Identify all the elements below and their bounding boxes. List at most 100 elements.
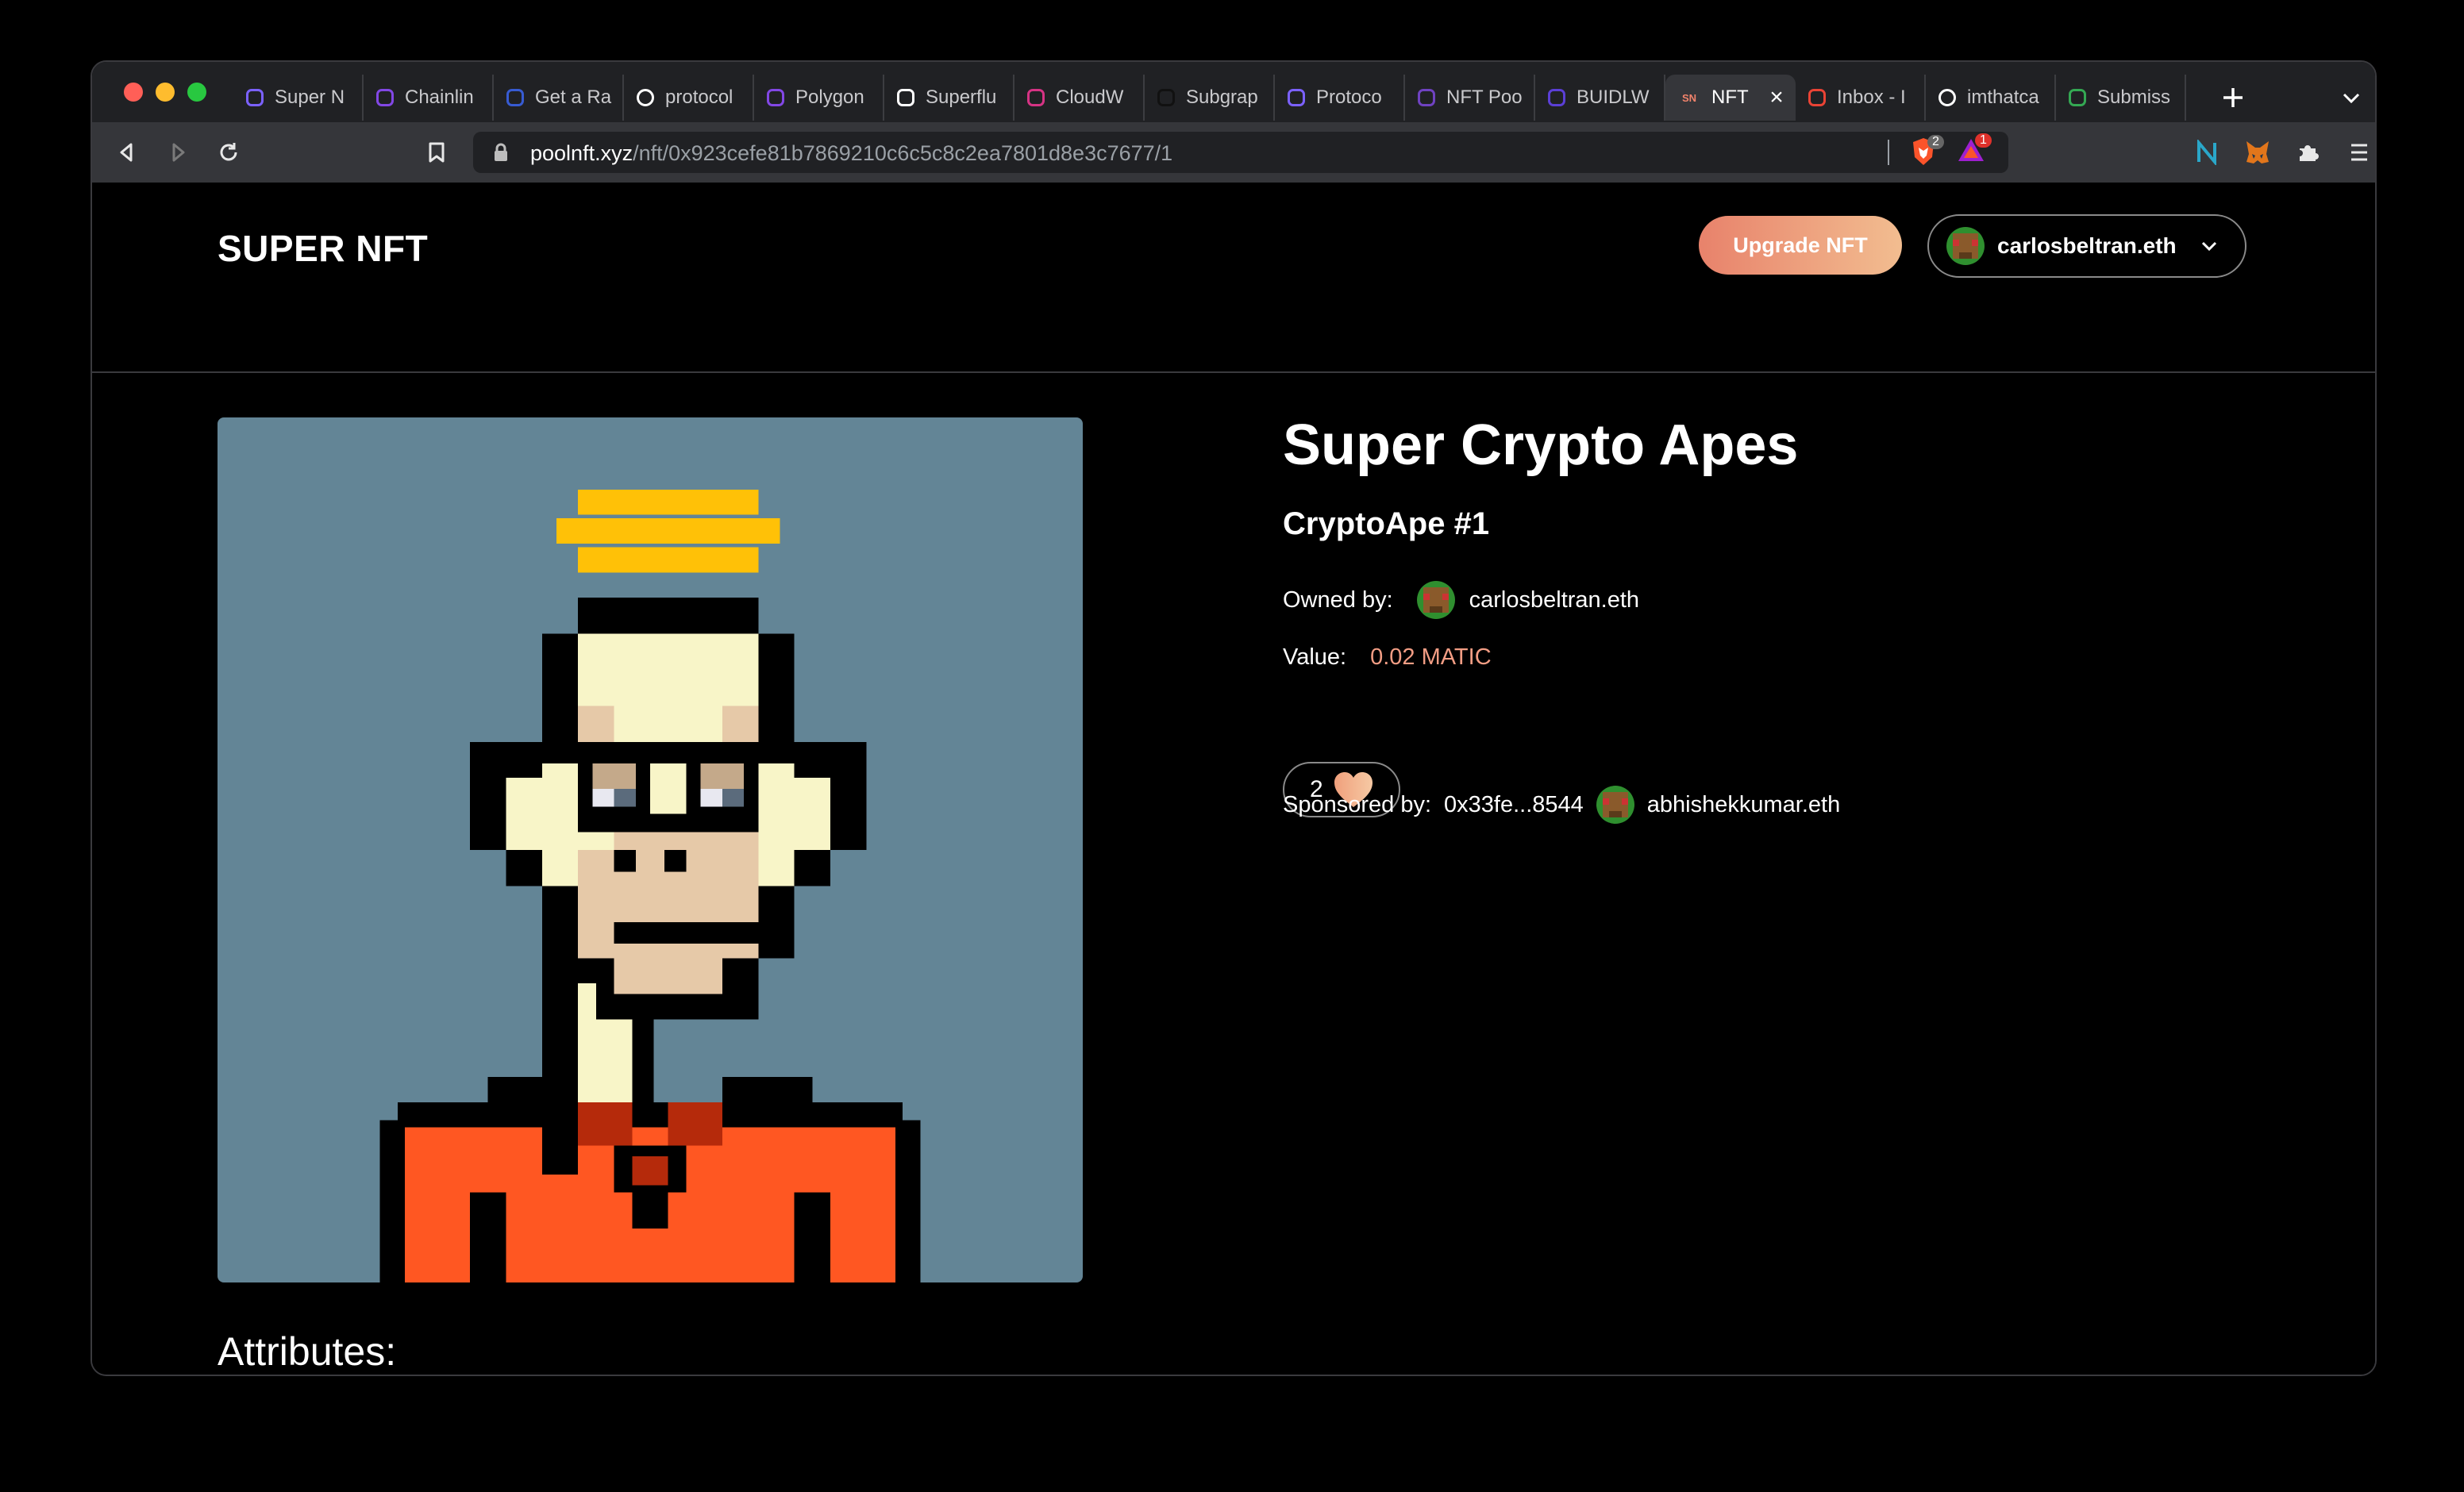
close-tab-icon[interactable]: × (1765, 84, 1788, 111)
attributes-heading: Attributes: (218, 1329, 397, 1374)
tab[interactable]: Super N (233, 75, 364, 121)
polygon-icon (376, 89, 394, 106)
sn-icon: SN (1681, 91, 1697, 104)
tab[interactable]: Submiss (2056, 75, 2186, 121)
account-avatar (1946, 227, 1985, 265)
tab-list: Super N Chainlin Get a Ra protocol Polygon Su… (233, 75, 2186, 121)
crypto-ape-pixel-art (218, 417, 1083, 1282)
url-host: poolnft.xyz (530, 141, 633, 165)
tab-label: NFT Poo (1446, 87, 1523, 108)
close-window-icon[interactable] (124, 83, 143, 102)
tab-label: protocol (665, 87, 733, 108)
chevron-down-icon (2201, 241, 2216, 252)
tab[interactable]: Subgrap (1145, 75, 1275, 121)
tab-label: Super N (275, 87, 345, 108)
buidl-icon (1548, 89, 1565, 106)
nft-pool-icon (1418, 89, 1435, 106)
sponsor-name[interactable]: abhishekkumar.eth (1647, 792, 1840, 818)
hamburger-menu-icon (2351, 144, 2367, 161)
tab-label: CloudW (1056, 87, 1124, 108)
chainlink-icon (506, 89, 524, 106)
back-button[interactable] (108, 133, 146, 171)
tab-search-button[interactable] (2332, 79, 2370, 117)
tab-label: BUIDLW (1577, 87, 1650, 108)
cloudwall-icon (1027, 89, 1045, 106)
value-amount: 0.02 MATIC (1370, 644, 1492, 670)
metamask-button[interactable] (2239, 133, 2277, 171)
submissions-icon (2069, 89, 2086, 106)
github-icon (1938, 89, 1956, 106)
url-text: poolnft.xyz/nft/0x923cefe81b7869210c6c5c… (530, 141, 1172, 166)
upgrade-nft-button[interactable]: Upgrade NFT (1699, 216, 1902, 275)
tab-strip: Super N Chainlin Get a Ra protocol Polygon Su… (92, 62, 2375, 122)
tab-label: Subgrap (1186, 87, 1258, 108)
github-icon (637, 89, 654, 106)
menu-button[interactable] (2340, 133, 2375, 171)
tab[interactable]: Get a Ra (494, 75, 624, 121)
tab[interactable]: protocol (624, 75, 754, 121)
tab[interactable]: CloudW (1014, 75, 1145, 121)
value-row: Value: 0.02 MATIC (1283, 644, 1492, 671)
reload-button[interactable] (210, 133, 248, 171)
tab[interactable]: Protoco (1275, 75, 1405, 121)
subgraph-icon (1157, 89, 1175, 106)
tab[interactable]: Superflu (884, 75, 1014, 121)
tab[interactable]: Inbox - I (1796, 75, 1926, 121)
plus-icon (2223, 88, 2243, 107)
site-logo[interactable]: SUPER NFT (218, 227, 428, 270)
value-label: Value: (1283, 644, 1347, 670)
tab[interactable]: imthatca (1926, 75, 2056, 121)
forward-arrow-icon (172, 143, 185, 162)
maximize-window-icon[interactable] (187, 83, 206, 102)
extension-button-n[interactable] (2188, 133, 2226, 171)
extensions-button[interactable] (2289, 133, 2327, 171)
tab-label: imthatca (1967, 87, 2039, 108)
header-divider (92, 371, 2375, 373)
account-name: carlosbeltran.eth (1997, 233, 2177, 258)
tab-label: Protoco (1316, 87, 1382, 108)
sponsor-address[interactable]: 0x33fe...8544 (1444, 792, 1584, 818)
super-nft-icon (1288, 89, 1305, 106)
tab[interactable]: Polygon (754, 75, 884, 121)
tab-label: Inbox - I (1837, 87, 1906, 108)
browser-window: Super N Chainlin Get a Ra protocol Polygon Su… (90, 60, 2377, 1376)
brave-shields-count: 2 (1927, 135, 1944, 149)
owned-by-label: Owned by: (1283, 586, 1393, 613)
polygon-icon (767, 89, 784, 106)
owner-avatar (1416, 581, 1455, 619)
browser-toolbar: poolnft.xyz/nft/0x923cefe81b7869210c6c5c… (92, 122, 2375, 183)
bookmark-button[interactable] (418, 133, 456, 171)
sponsor-avatar (1596, 786, 1634, 824)
address-bar[interactable]: poolnft.xyz/nft/0x923cefe81b7869210c6c5c… (473, 132, 2008, 173)
tab-label: Polygon (795, 87, 864, 108)
tab[interactable]: NFT Poo (1405, 75, 1535, 121)
lock-icon (495, 143, 507, 161)
back-arrow-icon (120, 143, 133, 162)
pixel-avatar-icon (1416, 581, 1455, 619)
pixel-avatar-icon (1596, 786, 1634, 824)
bookmark-icon (429, 142, 445, 163)
account-menu-button[interactable]: carlosbeltran.eth (1927, 214, 2246, 278)
pixel-avatar-icon (1946, 227, 1985, 265)
owner-name[interactable]: carlosbeltran.eth (1469, 587, 1639, 613)
n-extension-icon (2197, 140, 2216, 165)
sponsor-row: Sponsored by: 0x33fe...8544 abhishekkuma… (1283, 786, 1840, 824)
tab-label: Submiss (2097, 87, 2171, 108)
brave-rewards-button[interactable]: 1 (1956, 133, 1992, 168)
collection-title: Super Crypto Apes (1283, 413, 1799, 477)
superfluid-icon (897, 89, 914, 106)
nft-image (218, 417, 1083, 1282)
forward-button[interactable] (159, 133, 197, 171)
tab-active[interactable]: SN NFT × (1665, 75, 1796, 121)
brave-shields-button[interactable]: 2 (1910, 135, 1944, 168)
tab[interactable]: BUIDLW (1535, 75, 1665, 121)
metamask-fox-icon (2246, 141, 2269, 163)
chevron-down-icon (2343, 93, 2360, 104)
tab[interactable]: Chainlin (364, 75, 494, 121)
omnibox-divider (1888, 140, 1889, 165)
new-tab-button[interactable] (2210, 75, 2256, 121)
reload-icon (220, 143, 237, 161)
minimize-window-icon[interactable] (156, 83, 175, 102)
owner-row: Owned by: carlosbeltran.eth (1283, 581, 1639, 619)
puzzle-icon (2300, 145, 2319, 161)
